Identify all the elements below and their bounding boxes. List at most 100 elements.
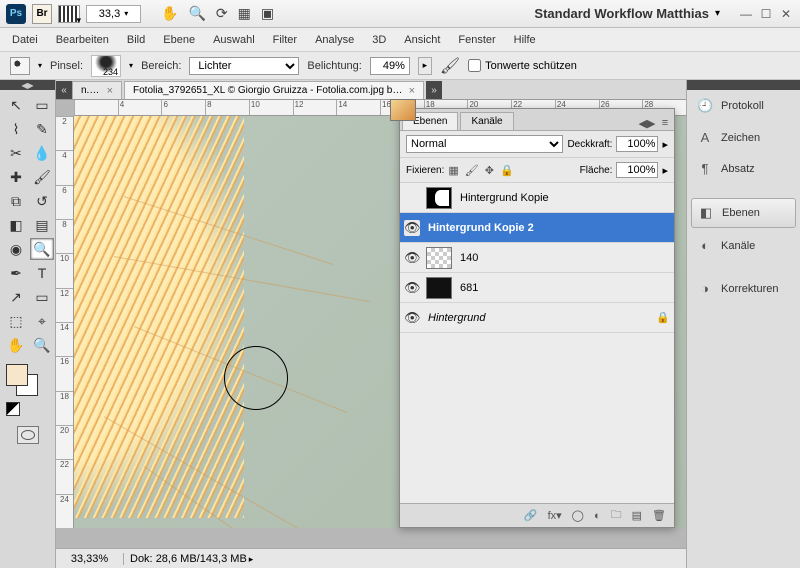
maximize-button[interactable]: ☐ bbox=[758, 7, 774, 21]
visibility-icon[interactable]: 👁 bbox=[404, 250, 420, 266]
shape-tool[interactable]: ▭ bbox=[30, 286, 54, 308]
layer-row[interactable]: 👁 Hintergrund Kopie 2 bbox=[400, 213, 674, 243]
menu-auswahl[interactable]: Auswahl bbox=[213, 34, 255, 46]
panel-korrekturen[interactable]: ◑Korrekturen bbox=[687, 273, 800, 304]
3d-tool[interactable]: ⬚ bbox=[4, 310, 28, 332]
healing-tool[interactable]: ✚ bbox=[4, 166, 28, 188]
opacity-input[interactable]: 100% bbox=[616, 136, 658, 152]
visibility-icon[interactable]: 👁 bbox=[404, 220, 420, 236]
tool-preset-chevron-icon[interactable]: ▾ bbox=[38, 61, 42, 70]
panel-zeichen[interactable]: AZeichen bbox=[687, 122, 800, 153]
document-tab[interactable]: n.jpg× bbox=[72, 81, 122, 99]
belichtung-stepper[interactable]: ▸ bbox=[418, 57, 432, 75]
visibility-icon[interactable]: 👁 bbox=[404, 280, 420, 296]
menu-bearbeiten[interactable]: Bearbeiten bbox=[56, 34, 109, 46]
visibility-icon[interactable]: 👁 bbox=[404, 310, 420, 326]
color-swatches[interactable] bbox=[0, 360, 55, 420]
menu-ebene[interactable]: Ebene bbox=[163, 34, 195, 46]
brush-chevron-icon[interactable]: ▾ bbox=[129, 61, 133, 70]
layer-name[interactable]: Hintergrund bbox=[426, 312, 650, 324]
panel-ebenen[interactable]: ◧Ebenen bbox=[691, 198, 796, 228]
eraser-tool[interactable]: ◧ bbox=[4, 214, 28, 236]
fill-input[interactable]: 100% bbox=[616, 162, 658, 178]
tabs-scroll-left[interactable]: « bbox=[56, 81, 72, 99]
dodge-tool[interactable]: 🔍 bbox=[30, 238, 54, 260]
blur-tool[interactable]: ◉ bbox=[4, 238, 28, 260]
rotate-view-icon[interactable]: ⟳ bbox=[216, 5, 228, 22]
menu-bild[interactable]: Bild bbox=[127, 34, 145, 46]
adjustment-layer-icon[interactable]: ◐ bbox=[594, 510, 601, 522]
layer-thumb[interactable] bbox=[426, 247, 452, 269]
lock-transparency-icon[interactable]: ▦ bbox=[448, 164, 458, 177]
close-tab-icon[interactable]: × bbox=[409, 85, 415, 97]
chevron-right-icon[interactable]: ▸ bbox=[662, 138, 668, 151]
bereich-select[interactable]: Lichter bbox=[189, 57, 299, 75]
bridge-icon[interactable]: Br bbox=[32, 4, 52, 24]
default-colors-icon[interactable] bbox=[6, 402, 20, 416]
close-tab-icon[interactable]: × bbox=[107, 85, 113, 97]
tonwerte-checkbox[interactable] bbox=[468, 59, 481, 72]
panel-collapse-icon[interactable]: ◀▶ bbox=[638, 117, 656, 130]
status-zoom[interactable]: 33,33% bbox=[56, 553, 124, 565]
minimize-button[interactable]: — bbox=[738, 7, 754, 21]
lock-all-icon[interactable]: 🔒 bbox=[500, 164, 514, 177]
delete-layer-icon[interactable]: 🗑 bbox=[652, 509, 666, 522]
stamp-tool[interactable]: ⧉ bbox=[4, 190, 28, 212]
3d-camera-tool[interactable]: ⌖ bbox=[30, 310, 54, 332]
lasso-tool[interactable]: ⌇ bbox=[4, 118, 28, 140]
hand-tool[interactable]: ✋ bbox=[4, 334, 28, 356]
layer-mask-thumb[interactable] bbox=[426, 187, 452, 209]
group-icon[interactable]: 🗀 bbox=[611, 506, 622, 525]
panel-absatz[interactable]: ¶Absatz bbox=[687, 153, 800, 184]
panel-kanale[interactable]: ◐Kanäle bbox=[687, 230, 800, 261]
airbrush-icon[interactable]: 🖌 bbox=[440, 56, 460, 76]
tab-kanale[interactable]: Kanäle bbox=[460, 112, 513, 130]
layer-row[interactable]: 👁 140 bbox=[400, 243, 674, 273]
foreground-swatch[interactable] bbox=[6, 364, 28, 386]
new-layer-icon[interactable]: ▤ bbox=[632, 509, 642, 522]
close-button[interactable]: ✕ bbox=[778, 7, 794, 21]
chevron-right-icon[interactable]: ▸ bbox=[249, 554, 254, 564]
layer-name[interactable]: Hintergrund Kopie bbox=[458, 192, 670, 204]
marquee-tool[interactable]: ▭ bbox=[30, 94, 54, 116]
layer-row[interactable]: Hintergrund Kopie bbox=[400, 183, 674, 213]
layer-name[interactable]: Hintergrund Kopie 2 bbox=[426, 222, 670, 234]
layer-thumb[interactable] bbox=[426, 277, 452, 299]
pen-tool[interactable]: ✒ bbox=[4, 262, 28, 284]
current-tool-icon[interactable] bbox=[10, 57, 30, 75]
chevron-down-icon[interactable]: ▾ bbox=[715, 8, 720, 19]
link-layers-icon[interactable]: 🔗 bbox=[524, 509, 538, 522]
zoom-tool[interactable]: 🔍 bbox=[30, 334, 54, 356]
brush-preview[interactable]: 234 bbox=[91, 55, 121, 77]
type-tool[interactable]: T bbox=[30, 262, 54, 284]
arrange-docs-icon[interactable]: ▦ bbox=[238, 5, 251, 22]
lock-position-icon[interactable]: ✥ bbox=[485, 164, 494, 177]
add-mask-icon[interactable]: ◯ bbox=[572, 509, 584, 522]
crop-tool[interactable]: ✂ bbox=[4, 142, 28, 164]
eyedropper-tool[interactable]: 💧 bbox=[30, 142, 54, 164]
hand-tool-icon[interactable]: ✋ bbox=[161, 5, 178, 22]
menu-analyse[interactable]: Analyse bbox=[315, 34, 354, 46]
chevron-right-icon[interactable]: ▸ bbox=[662, 164, 668, 177]
minibridge-icon[interactable] bbox=[58, 5, 80, 23]
dock-collapse-handle[interactable] bbox=[687, 80, 800, 90]
screen-mode-icon[interactable]: ▣ bbox=[261, 5, 274, 22]
panel-menu-icon[interactable]: ≡ bbox=[656, 117, 674, 130]
gradient-tool[interactable]: ▤ bbox=[30, 214, 54, 236]
move-tool[interactable]: ↖ bbox=[4, 94, 28, 116]
quickselect-tool[interactable]: ✎ bbox=[30, 118, 54, 140]
panel-protokoll[interactable]: 🕘Protokoll bbox=[687, 90, 800, 122]
quickmask-toggle[interactable] bbox=[17, 426, 39, 444]
menu-hilfe[interactable]: Hilfe bbox=[514, 34, 536, 46]
zoom-level-field[interactable]: 33,3▾ bbox=[86, 5, 141, 23]
layer-row[interactable]: 👁 Hintergrund 🔒 bbox=[400, 303, 674, 333]
tools-collapse-handle[interactable]: ◀▶ bbox=[0, 80, 55, 90]
layer-row[interactable]: 👁 681 bbox=[400, 273, 674, 303]
brush-tool[interactable]: 🖌 bbox=[30, 166, 54, 188]
tabs-scroll-right[interactable]: » bbox=[426, 81, 442, 99]
menu-datei[interactable]: Datei bbox=[12, 34, 38, 46]
history-brush-tool[interactable]: ↺ bbox=[30, 190, 54, 212]
menu-ansicht[interactable]: Ansicht bbox=[404, 34, 440, 46]
menu-3d[interactable]: 3D bbox=[372, 34, 386, 46]
zoom-tool-icon[interactable]: 🔍 bbox=[188, 5, 205, 22]
